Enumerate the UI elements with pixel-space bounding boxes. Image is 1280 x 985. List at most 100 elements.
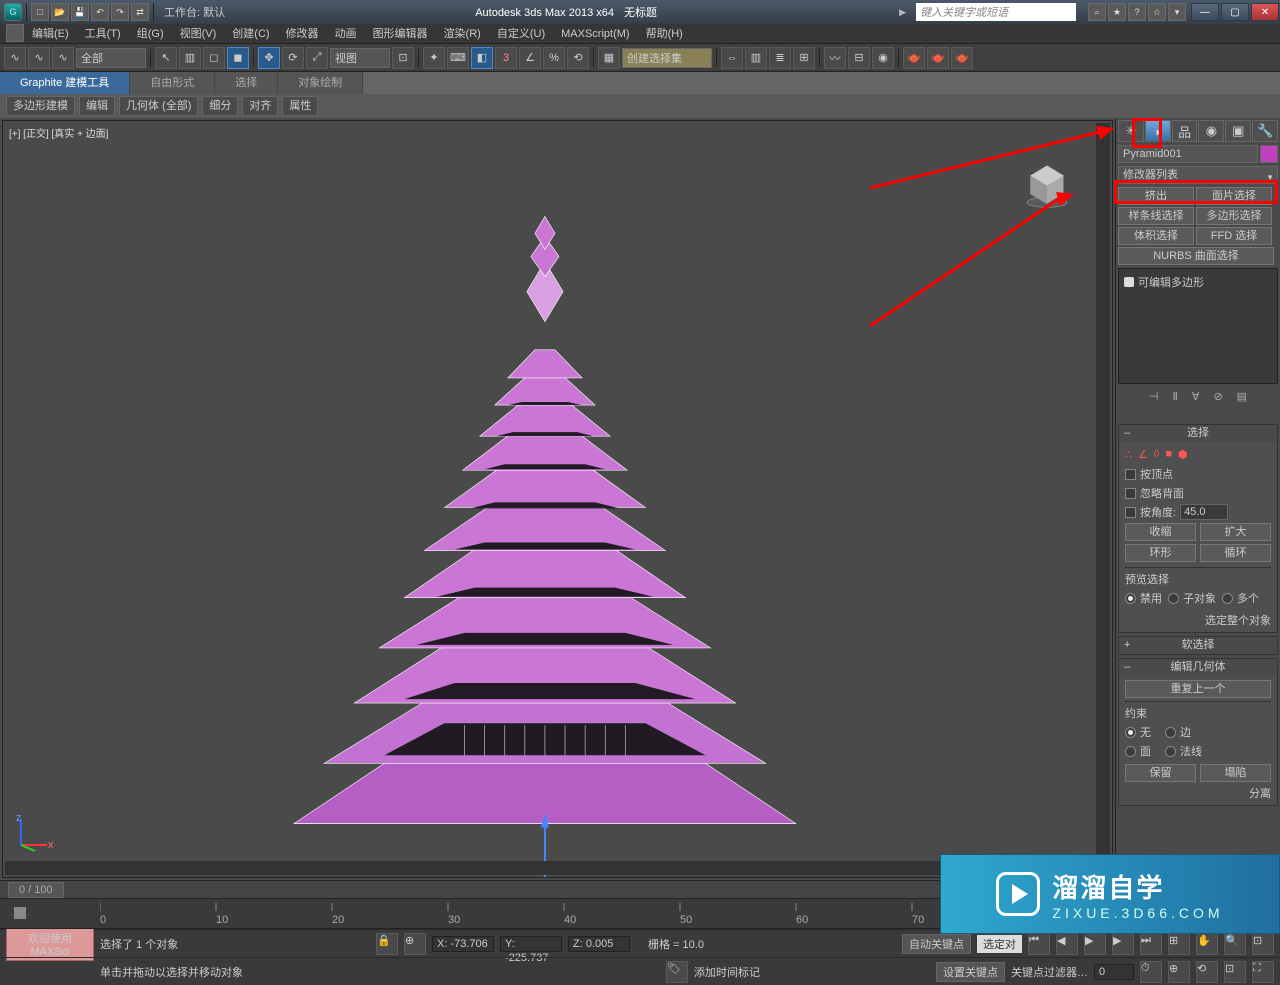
by-vertex-checkbox[interactable] xyxy=(1125,469,1136,480)
edit-geom-header[interactable]: 编辑几何体 xyxy=(1119,659,1277,676)
menu-item[interactable]: 编辑(E) xyxy=(24,28,77,40)
fav-icon[interactable]: ★ xyxy=(1108,3,1126,21)
remove-mod-icon[interactable]: ⊘ xyxy=(1213,390,1222,403)
coord-x[interactable]: X: -73.706 xyxy=(432,936,494,952)
modifier-stack[interactable]: 可编辑多边形 xyxy=(1118,268,1278,384)
play-next-icon[interactable]: ▶ xyxy=(1112,933,1134,955)
play-icon[interactable]: ▶ xyxy=(1084,933,1106,955)
nav4-icon[interactable]: ⊡ xyxy=(1252,933,1274,955)
object-color-swatch[interactable] xyxy=(1260,145,1278,163)
menu-item[interactable]: 组(G) xyxy=(129,28,172,40)
edge-subobj-icon[interactable]: ∠ xyxy=(1138,448,1148,461)
ribbon-tab[interactable]: 对象绘制 xyxy=(278,72,363,94)
ribbon-button[interactable]: 编辑 xyxy=(79,96,115,116)
spinner-snap-icon[interactable]: ⟲ xyxy=(567,47,589,69)
time-tag-icon[interactable]: 🏷 xyxy=(666,961,688,983)
by-angle-checkbox[interactable] xyxy=(1125,507,1136,518)
ribbon-button[interactable]: 属性 xyxy=(282,96,318,116)
select-name-icon[interactable]: ▥ xyxy=(179,47,201,69)
constraint-edge-radio[interactable] xyxy=(1165,727,1176,738)
binocular-icon[interactable]: ⌕ xyxy=(1088,3,1106,21)
ribbon-tab[interactable]: 选择 xyxy=(215,72,278,94)
percent-snap-icon[interactable]: % xyxy=(543,47,565,69)
mirror-icon[interactable]: ⇔ xyxy=(721,47,743,69)
stack-item[interactable]: 可编辑多边形 xyxy=(1122,272,1274,292)
selection-filter[interactable]: 全部 xyxy=(76,48,146,68)
nav2-icon[interactable]: ✋ xyxy=(1196,933,1218,955)
selected-match[interactable]: 选定对 xyxy=(977,935,1022,953)
minimize-button[interactable]: — xyxy=(1191,3,1219,21)
modifier-button[interactable]: 样条线选择 xyxy=(1118,207,1194,225)
preview-disable-radio[interactable] xyxy=(1125,593,1136,604)
render-icon[interactable]: 🫖 xyxy=(951,47,973,69)
nav5-icon[interactable]: ⊕ xyxy=(1168,961,1190,983)
ring-button[interactable]: 环形 xyxy=(1125,544,1196,562)
nav3-icon[interactable]: 🔍 xyxy=(1224,933,1246,955)
modifier-button[interactable]: NURBS 曲面选择 xyxy=(1118,247,1274,265)
motion-tab-icon[interactable]: ◉ xyxy=(1198,120,1224,142)
grow-button[interactable]: 扩大 xyxy=(1200,523,1271,541)
help-icon[interactable]: ? xyxy=(1128,3,1146,21)
ignore-backface-checkbox[interactable] xyxy=(1125,488,1136,499)
preview-multi-radio[interactable] xyxy=(1222,593,1233,604)
close-button[interactable]: ✕ xyxy=(1251,3,1279,21)
menu-item[interactable]: MAXScript(M) xyxy=(553,28,637,40)
unlink-tool-icon[interactable]: ∿ xyxy=(28,47,50,69)
frame-field[interactable]: 0 xyxy=(1094,964,1134,980)
coord-z[interactable]: Z: 0.005 xyxy=(568,936,630,952)
modifier-button[interactable]: 多边形选择 xyxy=(1196,207,1272,225)
repeat-last-button[interactable]: 重复上一个 xyxy=(1125,680,1271,698)
align-icon[interactable]: ▥ xyxy=(745,47,767,69)
app-menu-icon[interactable] xyxy=(6,24,24,42)
configure-icon[interactable]: ▤ xyxy=(1237,390,1247,403)
element-subobj-icon[interactable]: ⬢ xyxy=(1178,448,1188,461)
set-key-button[interactable]: 设置关键点 xyxy=(936,962,1005,982)
play-end-icon[interactable]: ⏭ xyxy=(1140,933,1162,955)
modifier-button[interactable]: 挤出 xyxy=(1118,187,1194,205)
create-set-dropdown[interactable]: 创建选择集 xyxy=(622,48,712,68)
modifier-button[interactable]: 体积选择 xyxy=(1118,227,1194,245)
abs-icon[interactable]: ⊕ xyxy=(404,933,426,955)
edit-named-icon[interactable]: ▦ xyxy=(598,47,620,69)
ribbon-button[interactable]: 多边形建模 xyxy=(6,96,75,116)
render-frame-icon[interactable]: 🫖 xyxy=(927,47,949,69)
play-prev-icon[interactable]: ◀ xyxy=(1056,933,1078,955)
ribbon-tab[interactable]: 自由形式 xyxy=(130,72,215,94)
nav6-icon[interactable]: ⟲ xyxy=(1196,961,1218,983)
shrink-button[interactable]: 收缩 xyxy=(1125,523,1196,541)
vertical-scrollbar[interactable] xyxy=(1096,123,1110,859)
star-icon[interactable]: ☆ xyxy=(1148,3,1166,21)
link-icon[interactable]: ⇄ xyxy=(131,3,149,21)
play-start-icon[interactable]: ⏮ xyxy=(1028,933,1050,955)
viewcube[interactable] xyxy=(1022,159,1072,209)
create-tab-icon[interactable]: ✳ xyxy=(1118,120,1144,142)
save-icon[interactable]: 💾 xyxy=(71,3,89,21)
menu-item[interactable]: 自定义(U) xyxy=(489,28,553,40)
constraint-normal-radio[interactable] xyxy=(1165,746,1176,757)
bind-tool-icon[interactable]: ∿ xyxy=(52,47,74,69)
soft-sel-rollout[interactable]: 软选择 xyxy=(1119,637,1277,654)
hierarchy-tab-icon[interactable]: 品 xyxy=(1172,120,1198,142)
link-tool-icon[interactable]: ∿ xyxy=(4,47,26,69)
curve-editor-icon[interactable]: 〰 xyxy=(824,47,846,69)
show-end-icon[interactable]: Ⅱ xyxy=(1173,390,1178,403)
maximize-button[interactable]: ▢ xyxy=(1221,3,1249,21)
modifier-button[interactable]: FFD 选择 xyxy=(1196,227,1272,245)
angle-snap-icon[interactable]: ∠ xyxy=(519,47,541,69)
rotate-tool-icon[interactable]: ⟳ xyxy=(282,47,304,69)
material-icon[interactable]: ◉ xyxy=(872,47,894,69)
search-input[interactable]: 键入关键字或短语 xyxy=(916,3,1076,21)
menu-item[interactable]: 修改器 xyxy=(278,28,327,40)
viewport[interactable]: [+] [正交] [真实 + 边面] xyxy=(2,120,1113,878)
key-filter-button[interactable]: 关键点过滤器… xyxy=(1011,964,1088,980)
menu-item[interactable]: 帮助(H) xyxy=(638,28,691,40)
graphite-icon[interactable]: ⊞ xyxy=(793,47,815,69)
utilities-tab-icon[interactable]: 🔧 xyxy=(1252,120,1278,142)
ribbon-button[interactable]: 对齐 xyxy=(242,96,278,116)
nav8-icon[interactable]: ⛶ xyxy=(1252,961,1274,983)
constraint-face-radio[interactable] xyxy=(1125,746,1136,757)
pin-stack-icon[interactable]: ⊣ xyxy=(1149,390,1159,403)
display-tab-icon[interactable]: ▣ xyxy=(1225,120,1251,142)
collapse-button[interactable]: 塌陷 xyxy=(1200,764,1271,782)
menu-item[interactable]: 动画 xyxy=(327,28,365,40)
